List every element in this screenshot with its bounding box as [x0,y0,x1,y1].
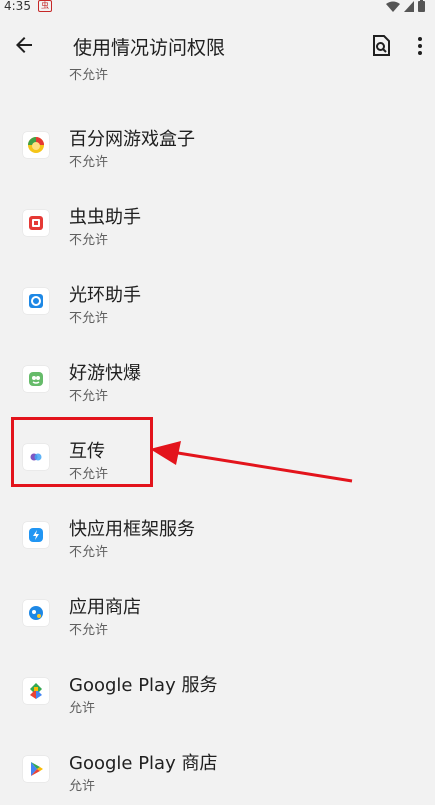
battery-icon [418,0,425,12]
app-name: 快应用框架服务 [69,519,195,540]
search-settings-icon[interactable] [370,35,392,57]
app-status: 不允许 [69,389,109,404]
chongchong-notification-icon: 虫 [38,0,52,12]
app-name: 百分网游戏盒子 [69,129,195,150]
quick-app-framework-icon [23,522,49,548]
list-item-haoyou[interactable]: 好游快爆 不允许 [0,343,435,415]
google-play-services-icon [23,678,49,704]
app-status: 不允许 [69,155,109,170]
app-name: 好游快爆 [69,363,141,384]
baifen-game-box-icon [23,132,49,158]
google-play-store-icon [23,756,49,782]
app-name: Google Play 服务 [69,675,218,696]
app-name: 虫虫助手 [69,207,141,228]
wifi-icon [386,1,400,12]
status-bar: 4:35 虫 [0,0,435,14]
app-name: Google Play 商店 [69,753,218,774]
app-status: 允许 [69,701,96,716]
list-item-quick-app[interactable]: 快应用框架服务 不允许 [0,499,435,571]
page-title: 使用情况访问权限 [73,37,226,59]
list-item-baifen[interactable]: 百分网游戏盒子 不允许 [0,109,435,181]
guanghuan-assistant-icon [23,288,49,314]
list-item-google-play-store[interactable]: Google Play 商店 允许 [0,733,435,805]
list-item-chongchong[interactable]: 虫虫助手 不允许 [0,187,435,259]
app-name: 应用商店 [69,597,141,618]
chongchong-assistant-icon [23,210,49,236]
more-options-icon[interactable] [414,36,426,56]
app-name: 光环助手 [69,285,141,306]
haoyou-kuaibao-icon [23,366,49,392]
app-status: 不允许 [69,68,109,83]
app-store-icon [23,600,49,626]
annotation-highlight-box [11,417,153,487]
list-item-google-play-services[interactable]: Google Play 服务 允许 [0,655,435,727]
app-bar: 使用情况访问权限 [0,14,435,76]
signal-icon [404,0,414,12]
status-indicators [386,0,425,12]
app-status: 不允许 [69,233,109,248]
app-status: 不允许 [69,623,109,638]
list-item-app-store[interactable]: 应用商店 不允许 [0,577,435,649]
app-status: 不允许 [69,311,109,326]
list-item-guanghuan[interactable]: 光环助手 不允许 [0,265,435,337]
back-arrow-icon[interactable] [12,33,36,57]
app-status: 不允许 [69,545,109,560]
list-item-partial[interactable]: 不允许 [0,68,435,90]
status-time: 4:35 [4,0,31,13]
